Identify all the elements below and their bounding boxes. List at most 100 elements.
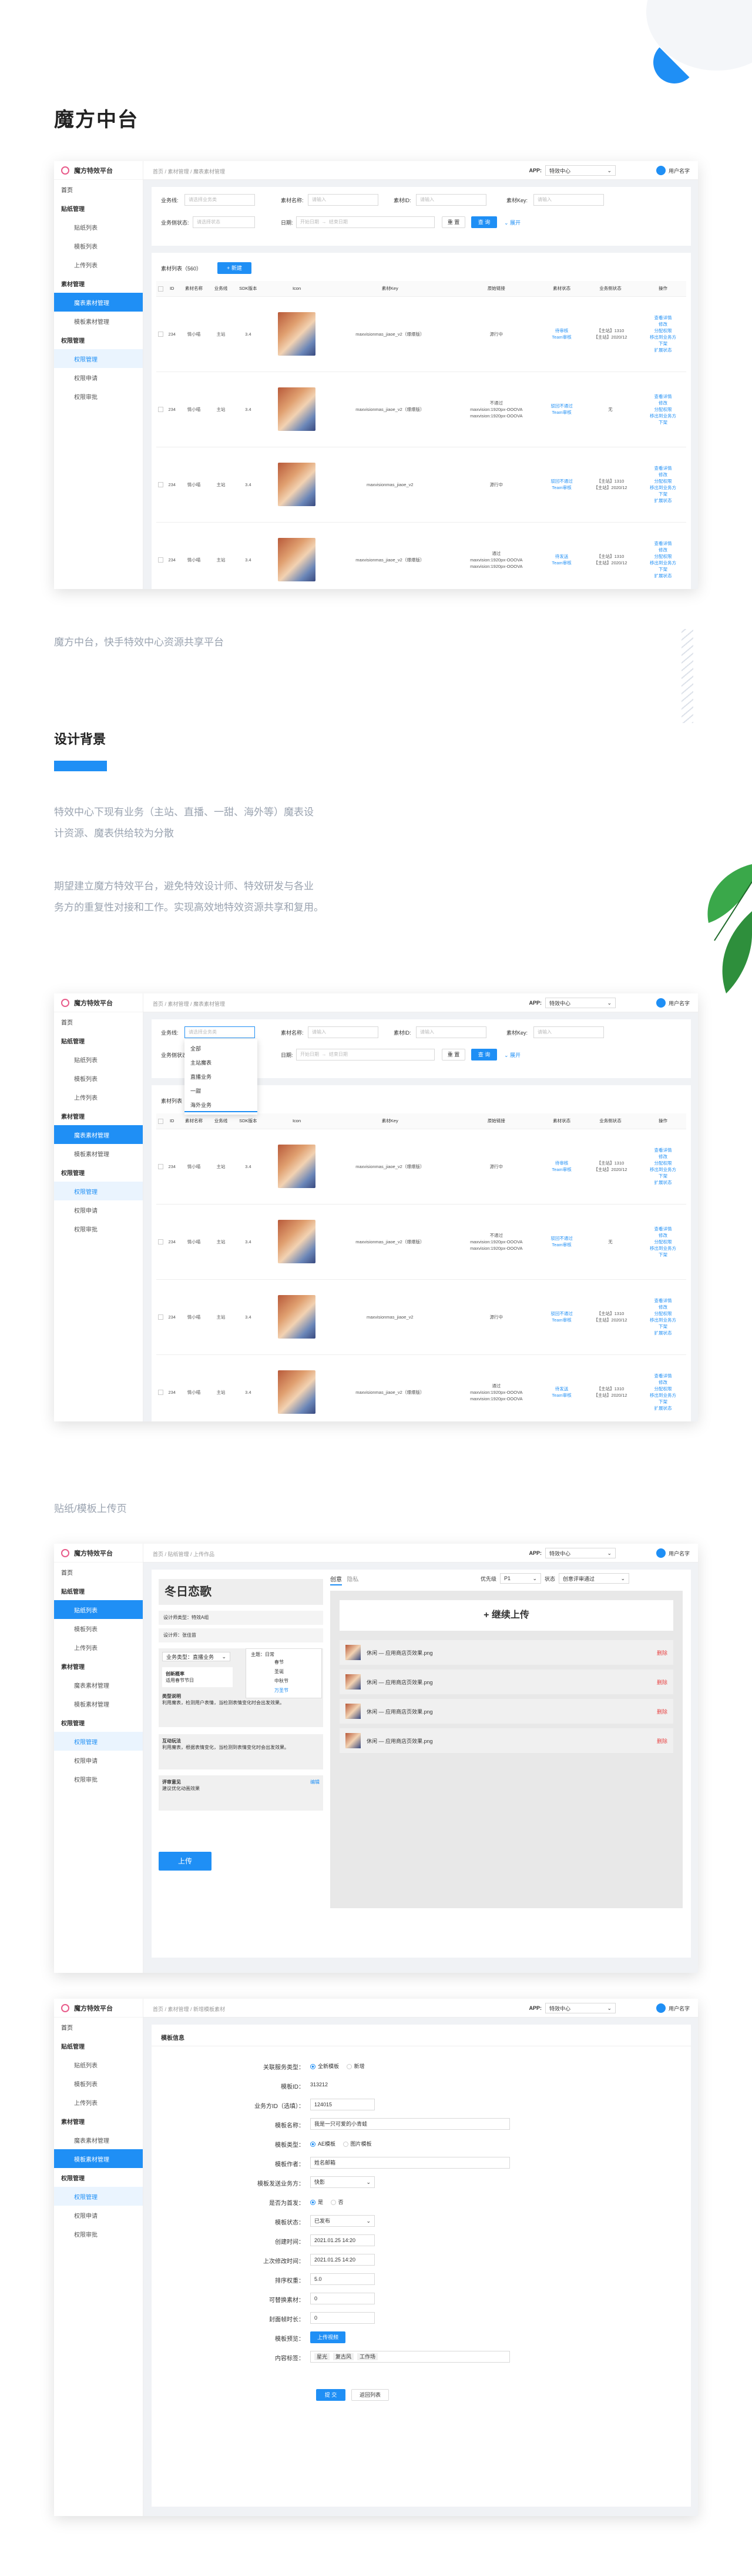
filter-key-input[interactable]: 请输入: [533, 194, 604, 206]
form-field-f13[interactable]: 0: [310, 2293, 375, 2304]
form-field-f11[interactable]: 2021.01.25 14:20: [310, 2254, 375, 2266]
menu-magic-material[interactable]: 魔表素材管理: [54, 293, 143, 312]
row-checkbox[interactable]: [158, 1239, 164, 1245]
biz-type-select[interactable]: 业务类型：直播业务 ⌄: [162, 1652, 230, 1661]
app-select[interactable]: 特效中心 ⌄: [545, 2003, 616, 2013]
menu-home[interactable]: 首页: [54, 1563, 143, 1581]
menu-sticker-list[interactable]: 贴纸列表: [54, 1050, 143, 1069]
status-select[interactable]: 创意评审通过 ⌄: [559, 1573, 630, 1584]
new-button[interactable]: + 新建: [217, 262, 251, 274]
form-field-f9[interactable]: 已发布 ⌄: [310, 2215, 375, 2227]
menu-template-material[interactable]: 模板素材管理: [54, 1144, 143, 1163]
menu-permission-manage[interactable]: 权限管理: [54, 1182, 143, 1200]
dropdown-item[interactable]: 全部: [184, 1042, 257, 1056]
filter-date-range[interactable]: 开始日期 → 结束日期: [296, 216, 435, 228]
form-field-f8[interactable]: 是 否: [310, 2198, 344, 2206]
menu-sticker-list[interactable]: 贴纸列表: [54, 218, 143, 236]
app-switcher[interactable]: APP: 特效中心 ⌄: [529, 165, 616, 176]
filter-id-input[interactable]: 请输入: [416, 1026, 486, 1038]
form-field-f15[interactable]: 上传视频: [310, 2331, 345, 2343]
search-button[interactable]: 查 询: [471, 216, 497, 228]
menu-template-list[interactable]: 模板列表: [54, 1069, 143, 1088]
menu-home[interactable]: 首页: [54, 180, 143, 199]
menu-group-sticker[interactable]: 贴纸管理: [54, 2036, 143, 2055]
menu-upload-list[interactable]: 上传列表: [54, 1088, 143, 1106]
menu-upload-list[interactable]: 上传列表: [54, 1638, 143, 1657]
menu-permission-apply[interactable]: 权限申请: [54, 1751, 143, 1769]
menu-permission-approve[interactable]: 权限审批: [54, 1219, 143, 1238]
cell-ops[interactable]: 查看详情 修改 分配权限 移出到业务方 下架 扩展状态: [640, 522, 686, 589]
app-select[interactable]: 特效中心 ⌄: [545, 998, 616, 1008]
menu-sticker-list[interactable]: 贴纸列表: [54, 1600, 143, 1619]
row-checkbox[interactable]: [158, 482, 164, 488]
menu-group-permission[interactable]: 权限管理: [54, 330, 143, 349]
form-field-f2[interactable]: 313212: [310, 2082, 328, 2087]
radio-on[interactable]: [310, 2142, 315, 2147]
select-all-checkbox[interactable]: [158, 1118, 164, 1124]
cell-ops[interactable]: 查看详情 修改 分配权限 移出到业务方 下架: [640, 1204, 686, 1280]
menu-template-material[interactable]: 模板素材管理: [54, 1694, 143, 1713]
menu-permission-approve[interactable]: 权限审批: [54, 1769, 143, 1788]
menu-group-material[interactable]: 素材管理: [54, 274, 143, 293]
theme-option[interactable]: 中秋节: [251, 1677, 317, 1686]
radio-off[interactable]: [330, 2200, 336, 2206]
cell-ops[interactable]: 查看详情 修改 分配权限 移出到业务方 下架 扩展状态: [640, 1129, 686, 1205]
filter-biz-select[interactable]: 请选择业务类: [184, 1026, 255, 1038]
menu-magic-material[interactable]: 魔表素材管理: [54, 1675, 143, 1694]
menu-template-list[interactable]: 模板列表: [54, 2074, 143, 2093]
dropdown-item[interactable]: 主站魔表: [184, 1056, 257, 1070]
menu-permission-apply[interactable]: 权限申请: [54, 2206, 143, 2224]
filter-name-input[interactable]: 请输入: [308, 194, 378, 206]
form-field-f1[interactable]: 全新模板 新增: [310, 2062, 365, 2070]
select-all-checkbox[interactable]: [158, 286, 164, 292]
radio-on[interactable]: [310, 2064, 315, 2070]
radio-off[interactable]: [343, 2142, 348, 2147]
form-field-f14[interactable]: 0: [310, 2312, 375, 2324]
tab-creative[interactable]: 创意: [330, 1577, 342, 1585]
user-menu[interactable]: 用户名字: [656, 166, 690, 175]
row-checkbox[interactable]: [158, 407, 164, 413]
app-select[interactable]: 特效中心 ⌄: [545, 1548, 616, 1558]
submit-button[interactable]: 提 交: [316, 2389, 345, 2401]
theme-option[interactable]: 圣诞: [251, 1667, 317, 1677]
delete-link[interactable]: 删除: [657, 1708, 667, 1715]
menu-group-material[interactable]: 素材管理: [54, 1657, 143, 1675]
form-field-f3[interactable]: 124015: [310, 2099, 375, 2110]
edit-link[interactable]: 编辑: [310, 1779, 320, 1785]
radio-on[interactable]: [310, 2200, 315, 2206]
dropdown-item[interactable]: 海外业务: [184, 1098, 257, 1112]
theme-option[interactable]: 万圣节: [251, 1686, 317, 1695]
menu-magic-material[interactable]: 魔表素材管理: [54, 1125, 143, 1144]
row-checkbox[interactable]: [158, 1164, 164, 1170]
form-field-f10[interactable]: 2021.01.25 14:20: [310, 2234, 375, 2246]
filter-key-input[interactable]: 请输入: [533, 1026, 604, 1038]
menu-group-material[interactable]: 素材管理: [54, 2112, 143, 2130]
reset-button[interactable]: 重 置: [442, 1049, 465, 1060]
menu-group-permission[interactable]: 权限管理: [54, 2168, 143, 2187]
app-switcher[interactable]: APP: 特效中心 ⌄: [529, 998, 616, 1008]
search-button[interactable]: 查 询: [471, 1049, 497, 1060]
expand-link[interactable]: ⌄ 展开: [504, 219, 521, 226]
form-field-f16[interactable]: 星光 复古风 工作场: [310, 2351, 510, 2363]
menu-template-material[interactable]: 模板素材管理: [54, 2149, 143, 2168]
menu-permission-apply[interactable]: 权限申请: [54, 1200, 143, 1219]
form-field-f5[interactable]: AE模板 图片模板: [310, 2140, 372, 2147]
filter-biz-select[interactable]: 请选择业务类: [184, 194, 255, 206]
menu-group-permission[interactable]: 权限管理: [54, 1713, 143, 1732]
menu-group-sticker[interactable]: 贴纸管理: [54, 1581, 143, 1600]
menu-permission-manage[interactable]: 权限管理: [54, 2187, 143, 2206]
form-field-f4[interactable]: 我是一只可爱的小青蛙: [310, 2118, 510, 2130]
theme-option[interactable]: 春节: [251, 1658, 317, 1667]
menu-permission-approve[interactable]: 权限审批: [54, 2224, 143, 2243]
delete-link[interactable]: 删除: [657, 1649, 667, 1657]
menu-sticker-list[interactable]: 贴纸列表: [54, 2055, 143, 2074]
menu-upload-list[interactable]: 上传列表: [54, 255, 143, 274]
delete-link[interactable]: 删除: [657, 1737, 667, 1745]
menu-permission-manage[interactable]: 权限管理: [54, 349, 143, 368]
menu-magic-material[interactable]: 魔表素材管理: [54, 2130, 143, 2149]
menu-group-sticker[interactable]: 贴纸管理: [54, 1031, 143, 1050]
user-menu[interactable]: 用户名字: [656, 1548, 690, 1558]
cell-ops[interactable]: 查看详情 修改 分配权限 移出到业务方 下架 扩展状态: [640, 296, 686, 372]
app-switcher[interactable]: APP: 特效中心 ⌄: [529, 2003, 616, 2013]
delete-link[interactable]: 删除: [657, 1678, 667, 1686]
